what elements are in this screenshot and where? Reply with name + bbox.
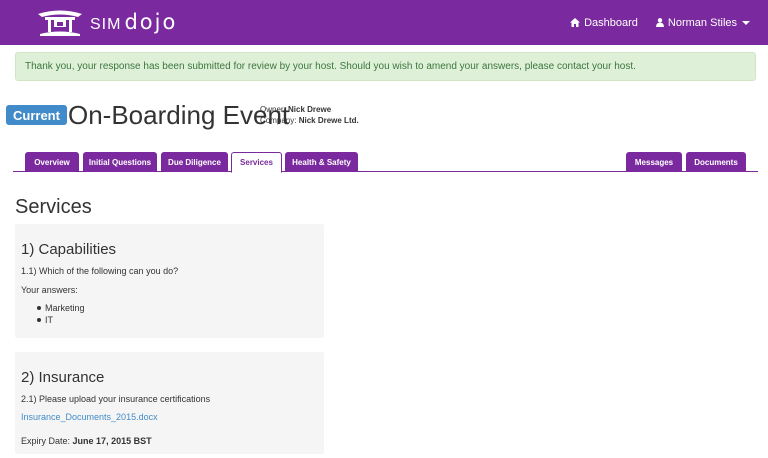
tab-due-diligence[interactable]: Due Diligence bbox=[161, 152, 228, 172]
tab-health-safety[interactable]: Health & Safety bbox=[285, 152, 358, 172]
status-badge: Current bbox=[6, 105, 67, 125]
tab-messages[interactable]: Messages bbox=[626, 152, 682, 172]
brand-logo[interactable]: SIM dojo bbox=[36, 7, 177, 37]
insurance-title: 2) Insurance bbox=[21, 369, 105, 386]
dashboard-label: Dashboard bbox=[584, 16, 638, 29]
owner-label: Owner: bbox=[260, 105, 286, 114]
success-alert: Thank you, your response has been submit… bbox=[15, 52, 756, 81]
owner-name: Nick Drewe bbox=[288, 105, 332, 114]
event-meta: Owner: Nick Drewe Company: Nick Drewe Lt… bbox=[260, 104, 359, 126]
tab-overview[interactable]: Overview bbox=[25, 152, 79, 172]
brand-dojo-text: dojo bbox=[124, 10, 178, 34]
answers-list: Marketing IT bbox=[35, 302, 85, 326]
services-heading: Services bbox=[15, 196, 92, 218]
expiry-value: June 17, 2015 BST bbox=[72, 436, 152, 446]
caret-down-icon bbox=[742, 20, 750, 25]
brand-sim-text: SIM bbox=[90, 16, 122, 33]
user-menu-toggle[interactable]: Norman Stiles bbox=[655, 16, 750, 29]
expiry-date: Expiry Date: June 17, 2015 BST bbox=[21, 436, 152, 446]
top-navbar: SIM dojo Dashboard Norman Stiles bbox=[0, 0, 768, 45]
dashboard-link[interactable]: Dashboard bbox=[570, 17, 638, 29]
insurance-question: 2.1) Please upload your insurance certif… bbox=[21, 394, 211, 404]
page-title: On-Boarding Event bbox=[68, 100, 290, 130]
company-name: Nick Drewe Ltd. bbox=[298, 116, 359, 125]
user-icon bbox=[655, 18, 664, 27]
insurance-card: 2) Insurance 2.1) Please upload your ins… bbox=[15, 352, 324, 454]
insurance-file-link[interactable]: Insurance_Documents_2015.docx bbox=[21, 412, 158, 422]
capabilities-card: 1) Capabilities 1.1) Which of the follow… bbox=[15, 224, 324, 338]
expiry-label: Expiry Date: bbox=[21, 436, 71, 446]
alert-message: Thank you, your response has been submit… bbox=[25, 61, 636, 72]
pagoda-icon bbox=[38, 10, 82, 36]
user-name: Norman Stiles bbox=[667, 16, 737, 29]
tab-services[interactable]: Services bbox=[231, 152, 282, 173]
company-label: Company: bbox=[260, 116, 297, 125]
capabilities-title: 1) Capabilities bbox=[21, 241, 117, 258]
tab-initial-questions[interactable]: Initial Questions bbox=[83, 152, 157, 172]
list-item: IT bbox=[35, 314, 85, 326]
answers-label: Your answers: bbox=[21, 285, 78, 295]
tab-documents[interactable]: Documents bbox=[686, 152, 746, 172]
capabilities-question: 1.1) Which of the following can you do? bbox=[21, 266, 179, 276]
list-item: Marketing bbox=[35, 302, 85, 314]
home-icon bbox=[570, 18, 581, 27]
